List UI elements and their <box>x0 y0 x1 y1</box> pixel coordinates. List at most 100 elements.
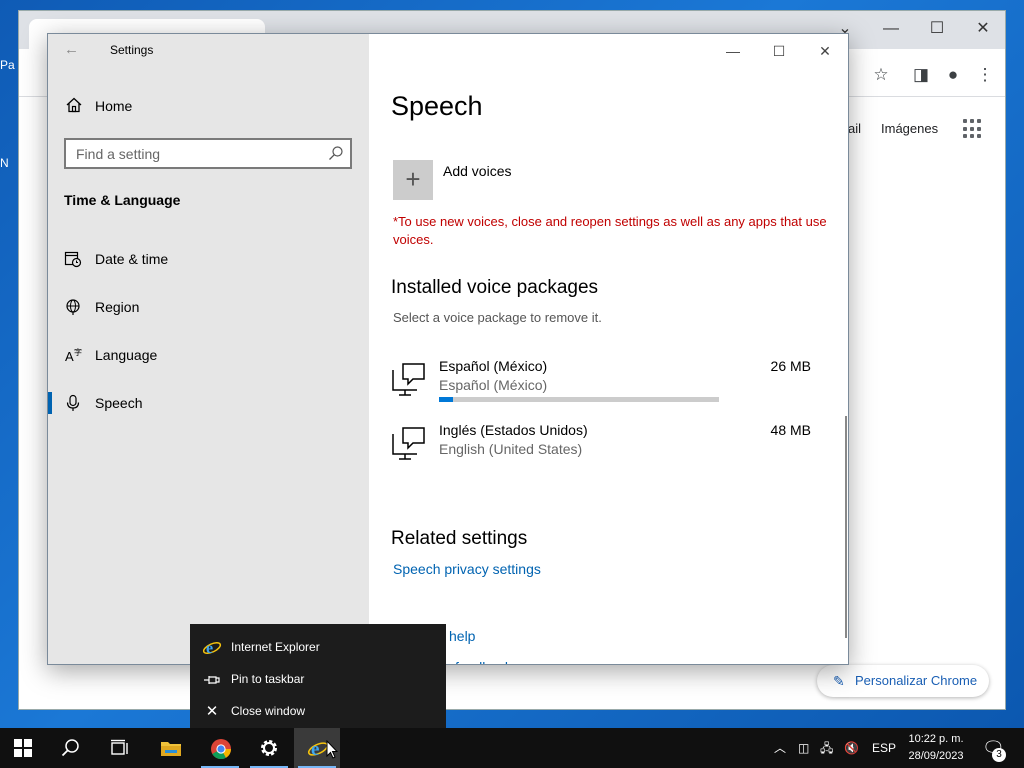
search-input[interactable] <box>66 140 316 167</box>
search-icon <box>61 739 79 757</box>
desktop-icon-label[interactable]: N <box>0 156 16 180</box>
give-feedback-link[interactable]: feedback <box>455 659 512 664</box>
file-explorer-button[interactable] <box>147 728 193 768</box>
page-title: Speech <box>391 91 483 121</box>
section-title: Time & Language <box>64 192 181 208</box>
menu-item-label: Internet Explorer <box>231 640 320 654</box>
sidebar-icon[interactable]: ◨ <box>909 63 933 87</box>
speech-privacy-link[interactable]: Speech privacy settings <box>393 561 541 577</box>
task-view-icon <box>111 739 128 755</box>
settings-gear-icon <box>261 740 277 756</box>
desktop-icon-label[interactable]: Pa <box>0 58 16 82</box>
progress-fill <box>439 397 453 402</box>
sidebar-item-label: Language <box>95 347 158 363</box>
voice-package-item[interactable]: Inglés (Estados Unidos) English (United … <box>391 422 831 472</box>
window-title: Settings <box>110 43 154 57</box>
sidebar-item-language[interactable]: A 字 Language <box>48 335 369 375</box>
system-clock[interactable]: 10:22 p. m. 28/09/2023 <box>900 731 972 765</box>
chrome-icon <box>211 739 232 760</box>
voice-name: Inglés (Estados Unidos) <box>439 422 588 438</box>
volume-muted-icon[interactable]: 🔇 <box>844 728 859 768</box>
taskbar-context-menu: e Internet Explorer Pin to taskbar ✕ Clo… <box>190 624 446 728</box>
menu-item-close-window[interactable]: ✕ Close window <box>190 696 446 728</box>
installed-title: Installed voice packages <box>391 277 599 298</box>
active-indicator <box>48 392 52 414</box>
voice-subtitle: Español (México) <box>439 377 548 393</box>
voice-size: 26 MB <box>770 358 811 374</box>
home-icon[interactable] <box>65 96 83 114</box>
voice-package-icon <box>392 363 425 396</box>
voice-package-icon <box>392 427 425 460</box>
mouse-cursor-icon <box>326 740 338 759</box>
close-icon: ✕ <box>205 703 219 720</box>
settings-window: ← Settings Home Time & Language Date & t… <box>47 33 849 665</box>
voice-name: Español (México) <box>439 358 548 374</box>
sidebar-item-speech[interactable]: Speech <box>48 383 369 423</box>
minimize-icon[interactable]: — <box>718 40 748 62</box>
close-icon[interactable]: ✕ <box>963 17 1003 41</box>
voice-size: 48 MB <box>770 422 811 438</box>
scrollbar[interactable] <box>845 416 847 638</box>
maximize-icon[interactable]: ☐ <box>917 17 957 41</box>
menu-item-label: Pin to taskbar <box>231 672 305 686</box>
svg-text:A: A <box>65 349 74 364</box>
back-arrow-icon[interactable]: ← <box>64 40 84 60</box>
add-voices-button[interactable]: + <box>393 160 433 200</box>
apps-icon[interactable] <box>963 119 983 139</box>
maximize-icon[interactable]: ☐ <box>764 40 794 62</box>
pencil-icon: ✎ <box>833 673 845 689</box>
svg-text:字: 字 <box>74 347 82 357</box>
meet-now-icon[interactable]: ◫ <box>798 728 809 768</box>
taskbar: e ︿ ◫ 🖧 🔇 ESP 10:22 p. m. 28/09/2023 🗨 <box>0 728 1024 768</box>
voice-subtitle: English (United States) <box>439 441 583 457</box>
download-progress-bar <box>439 397 719 402</box>
home-link[interactable]: Home <box>95 98 132 114</box>
svg-text:e: e <box>206 640 213 657</box>
start-button[interactable] <box>0 728 46 768</box>
chrome-button[interactable] <box>197 728 243 768</box>
clock-date: 28/09/2023 <box>908 750 964 762</box>
customize-chrome-button[interactable]: ✎ Personalizar Chrome <box>817 665 989 697</box>
globe-icon <box>66 299 80 315</box>
profile-icon[interactable]: ● <box>941 63 965 87</box>
calendar-clock-icon <box>64 251 82 268</box>
close-icon[interactable]: ✕ <box>810 40 840 62</box>
search-button[interactable] <box>48 728 94 768</box>
svg-text:e: e <box>311 739 319 760</box>
sidebar-item-label: Region <box>95 299 140 315</box>
input-language[interactable]: ESP <box>872 728 896 768</box>
settings-button[interactable] <box>246 728 292 768</box>
minimize-icon[interactable]: — <box>871 17 911 41</box>
menu-item-internet-explorer[interactable]: e Internet Explorer <box>190 632 446 664</box>
add-voices-label[interactable]: Add voices <box>443 163 511 179</box>
voices-warning: *To use new voices, close and reopen set… <box>393 214 827 247</box>
menu-icon[interactable]: ⋮ <box>973 63 997 87</box>
plus-icon: + <box>405 164 421 194</box>
network-icon[interactable]: 🖧 <box>820 728 833 768</box>
file-explorer-icon <box>161 742 181 756</box>
task-view-button[interactable] <box>96 728 142 768</box>
get-help-link[interactable]: help <box>449 628 475 644</box>
menu-item-label: Close window <box>231 704 306 718</box>
sidebar-item-label: Date & time <box>95 251 169 267</box>
search-icon[interactable] <box>328 145 344 161</box>
sidebar-item-label: Speech <box>95 395 143 411</box>
gmail-link[interactable]: ail <box>848 121 861 136</box>
sidebar-item-date-time[interactable]: Date & time <box>48 239 369 279</box>
star-icon[interactable]: ☆ <box>869 63 893 87</box>
settings-content: — ☐ ✕ Speech + Add voices *To use new vo… <box>369 34 848 664</box>
start-icon <box>14 739 32 757</box>
menu-item-pin-to-taskbar[interactable]: Pin to taskbar <box>190 664 446 696</box>
voice-package-item[interactable]: Español (México) Español (México) 26 MB <box>391 358 831 408</box>
settings-sidebar: ← Settings Home Time & Language Date & t… <box>48 34 369 664</box>
internet-explorer-icon: e <box>202 640 222 657</box>
customize-chrome-label: Personalizar Chrome <box>855 673 978 688</box>
language-icon: A 字 <box>65 347 82 364</box>
microphone-icon <box>66 394 80 411</box>
notification-count-badge: 3 <box>992 748 1006 762</box>
images-link[interactable]: Imágenes <box>881 121 938 136</box>
sidebar-item-region[interactable]: Region <box>48 287 369 327</box>
show-hidden-icons[interactable]: ︿ <box>774 728 786 768</box>
settings-search-box[interactable] <box>64 138 352 169</box>
installed-subtitle: Select a voice package to remove it. <box>393 310 602 325</box>
